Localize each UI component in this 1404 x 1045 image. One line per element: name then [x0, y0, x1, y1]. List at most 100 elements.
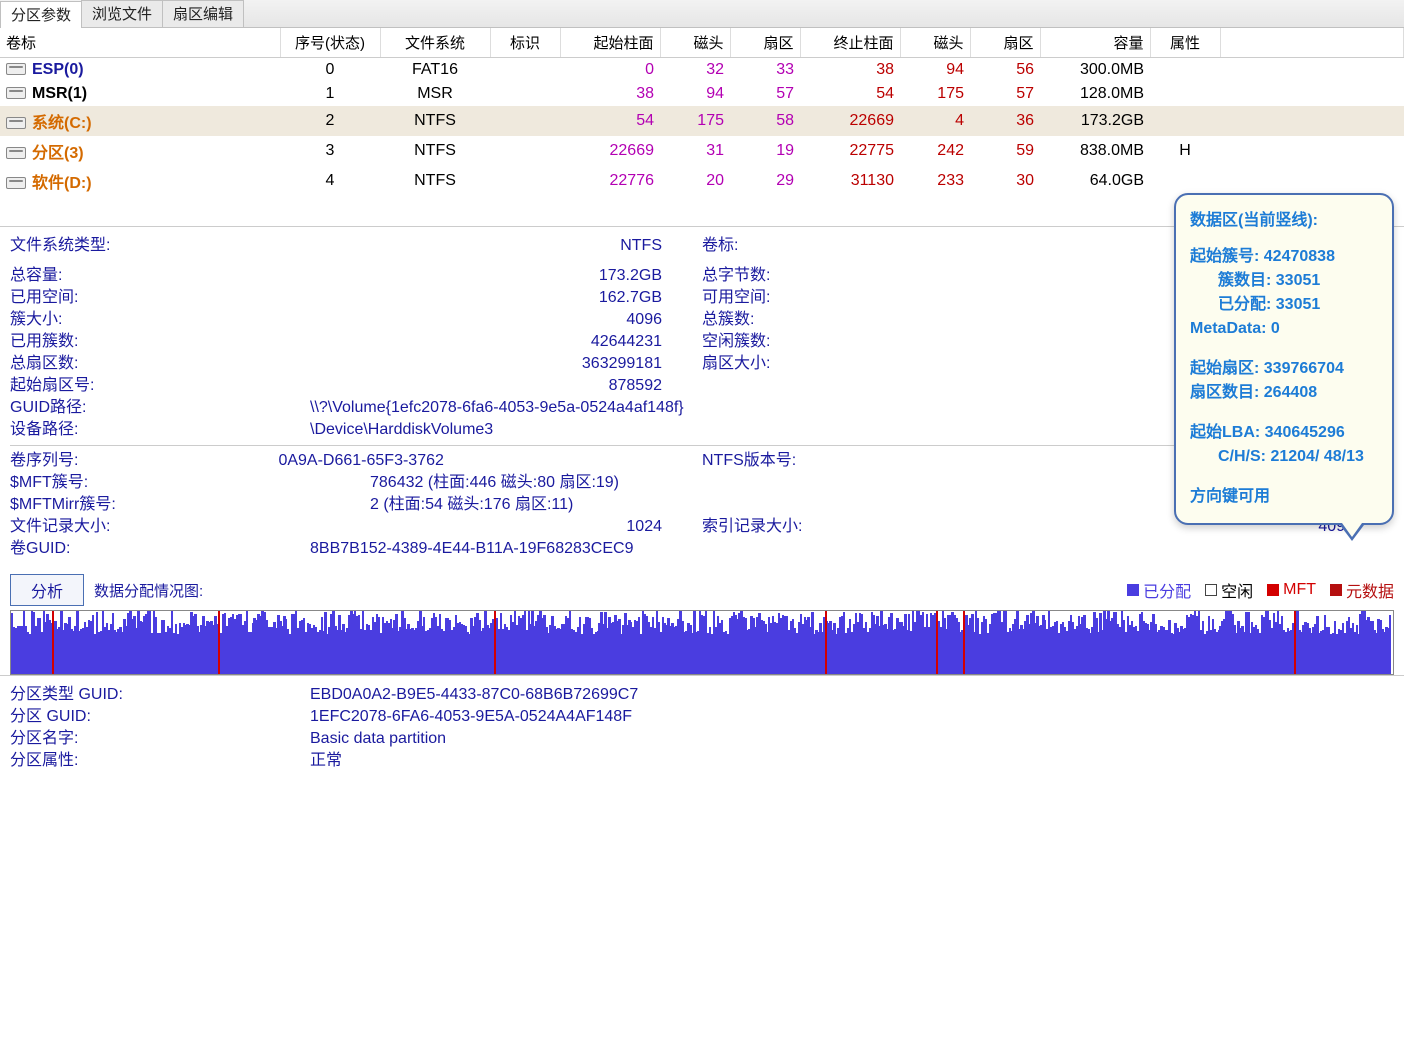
lbl-cluster-size: 簇大小:: [10, 309, 62, 331]
row-attr: [1150, 58, 1220, 83]
disk-icon: [6, 63, 26, 75]
val-device-path: \Device\HarddiskVolume3: [310, 419, 493, 441]
lbl-part-name: 分区名字:: [10, 728, 310, 750]
col-sect2[interactable]: 扇区: [970, 28, 1040, 58]
val-mftmirr: 2 (柱面:54 磁头:176 扇区:11): [370, 494, 573, 516]
row-idx: 3: [280, 136, 380, 166]
table-row[interactable]: MSR(1)1MSR3894575417557128.0MB: [0, 82, 1404, 106]
lbl-vol-guid: 卷GUID:: [10, 538, 310, 560]
row-flag: [490, 82, 560, 106]
table-header-row: 卷标 序号(状态) 文件系统 标识 起始柱面 磁头 扇区 终止柱面 磁头 扇区 …: [0, 28, 1404, 58]
row-head1: 20: [660, 166, 730, 196]
row-end-cyl: 54: [800, 82, 900, 106]
col-start-cyl[interactable]: 起始柱面: [560, 28, 660, 58]
row-end-cyl: 22669: [800, 106, 900, 136]
table-row[interactable]: 软件(D:)4NTFS227762029311302333064.0GB: [0, 166, 1404, 196]
lbl-total-bytes: 总字节数:: [702, 265, 770, 287]
row-fs: MSR: [380, 82, 490, 106]
legend-free-icon: [1205, 584, 1217, 596]
row-end-cyl: 22775: [800, 136, 900, 166]
disk-icon: [6, 177, 26, 189]
val-used: 162.7GB: [78, 287, 702, 309]
legend-mft-icon: [1267, 584, 1279, 596]
legend-mft: MFT: [1283, 581, 1316, 599]
tab-browse-files[interactable]: 浏览文件: [81, 0, 163, 27]
col-attr[interactable]: 属性: [1150, 28, 1220, 58]
col-end-cyl[interactable]: 终止柱面: [800, 28, 900, 58]
row-fs: NTFS: [380, 136, 490, 166]
row-sect1: 57: [730, 82, 800, 106]
tab-sector-edit[interactable]: 扇区编辑: [162, 0, 244, 27]
table-row[interactable]: ESP(0)0FAT1603233389456300.0MB: [0, 58, 1404, 83]
disk-icon: [6, 87, 26, 99]
row-attr: [1150, 106, 1220, 136]
tooltip-cluster-count: 簇数目: 33051: [1190, 269, 1378, 293]
row-start-cyl: 22776: [560, 166, 660, 196]
row-head1: 32: [660, 58, 730, 83]
row-flag: [490, 166, 560, 196]
col-index[interactable]: 序号(状态): [280, 28, 380, 58]
col-head2[interactable]: 磁头: [900, 28, 970, 58]
row-fs: NTFS: [380, 106, 490, 136]
lbl-free: 可用空间:: [702, 287, 770, 309]
row-sect2: 36: [970, 106, 1040, 136]
val-guid-path: \\?\Volume{1efc2078-6fa6-4053-9e5a-0524a…: [310, 397, 684, 419]
tooltip-chs: C/H/S: 21204/ 48/13: [1190, 445, 1378, 469]
lbl-part-guid: 分区 GUID:: [10, 706, 310, 728]
row-sect2: 57: [970, 82, 1040, 106]
tooltip-title: 数据区(当前竖线):: [1190, 209, 1378, 233]
col-fs[interactable]: 文件系统: [380, 28, 490, 58]
table-row[interactable]: 系统(C:)2NTFS541755822669436173.2GB: [0, 106, 1404, 136]
row-flag: [490, 136, 560, 166]
tooltip-start-sector: 起始扇区: 339766704: [1190, 357, 1378, 381]
lbl-ntfs-ver: NTFS版本号:: [702, 450, 796, 472]
row-sect1: 19: [730, 136, 800, 166]
row-start-cyl: 22669: [560, 136, 660, 166]
col-capacity[interactable]: 容量: [1040, 28, 1150, 58]
col-flag[interactable]: 标识: [490, 28, 560, 58]
allocation-map[interactable]: [10, 610, 1394, 675]
row-head1: 94: [660, 82, 730, 106]
row-idx: 0: [280, 58, 380, 83]
row-name: MSR(1): [32, 85, 87, 102]
row-end-cyl: 31130: [800, 166, 900, 196]
legend-free: 空闲: [1221, 578, 1253, 602]
legend: 已分配 空闲 MFT 元数据: [1127, 578, 1394, 602]
tab-partition-params[interactable]: 分区参数: [0, 1, 82, 28]
val-part-guid: 1EFC2078-6FA6-4053-9E5A-0524A4AF148F: [310, 706, 632, 728]
row-start-cyl: 0: [560, 58, 660, 83]
val-total-sectors: 363299181: [78, 353, 702, 375]
analyse-button[interactable]: 分析: [10, 574, 84, 606]
val-start-sector: 878592: [94, 375, 702, 397]
val-cluster-size: 4096: [62, 309, 702, 331]
val-vol-guid: 8BB7B152-4389-4E44-B11A-19F68283CEC9: [310, 538, 633, 560]
val-part-attr: 正常: [310, 750, 342, 772]
row-head2: 233: [900, 166, 970, 196]
row-attr: [1150, 82, 1220, 106]
cursor-tooltip: 数据区(当前竖线): 起始簇号: 42470838 簇数目: 33051 已分配…: [1174, 193, 1394, 525]
row-sect2: 59: [970, 136, 1040, 166]
tooltip-sector-count: 扇区数目: 264408: [1190, 381, 1378, 405]
tooltip-allocated: 已分配: 33051: [1190, 293, 1378, 317]
table-row[interactable]: 分区(3)3NTFS2266931192277524259838.0MBH: [0, 136, 1404, 166]
alloc-map-label: 数据分配情况图:: [94, 580, 203, 601]
tab-bar: 分区参数 浏览文件 扇区编辑: [0, 0, 1404, 28]
val-part-type-guid: EBD0A0A2-B9E5-4433-87C0-68B6B72699C7: [310, 684, 638, 706]
legend-meta-icon: [1330, 584, 1342, 596]
partition-details: 数据区(当前竖线): 起始簇号: 42470838 簇数目: 33051 已分配…: [0, 226, 1404, 568]
row-cap: 64.0GB: [1040, 166, 1150, 196]
tooltip-start-cluster: 起始簇号: 42470838: [1190, 245, 1378, 269]
col-volume[interactable]: 卷标: [0, 28, 280, 58]
lbl-part-attr: 分区属性:: [10, 750, 310, 772]
row-head1: 31: [660, 136, 730, 166]
col-head1[interactable]: 磁头: [660, 28, 730, 58]
lbl-start-sector: 起始扇区号:: [10, 375, 94, 397]
lbl-mft: $MFT簇号:: [10, 472, 370, 494]
tooltip-start-lba: 起始LBA: 340645296: [1190, 421, 1378, 445]
lbl-mftmirr: $MFTMirr簇号:: [10, 494, 370, 516]
tooltip-metadata: MetaData: 0: [1190, 317, 1378, 341]
val-vol-serial: 0A9A-D661-65F3-3762: [78, 450, 702, 472]
col-sect1[interactable]: 扇区: [730, 28, 800, 58]
row-name: 分区(3): [32, 145, 84, 162]
row-head2: 242: [900, 136, 970, 166]
